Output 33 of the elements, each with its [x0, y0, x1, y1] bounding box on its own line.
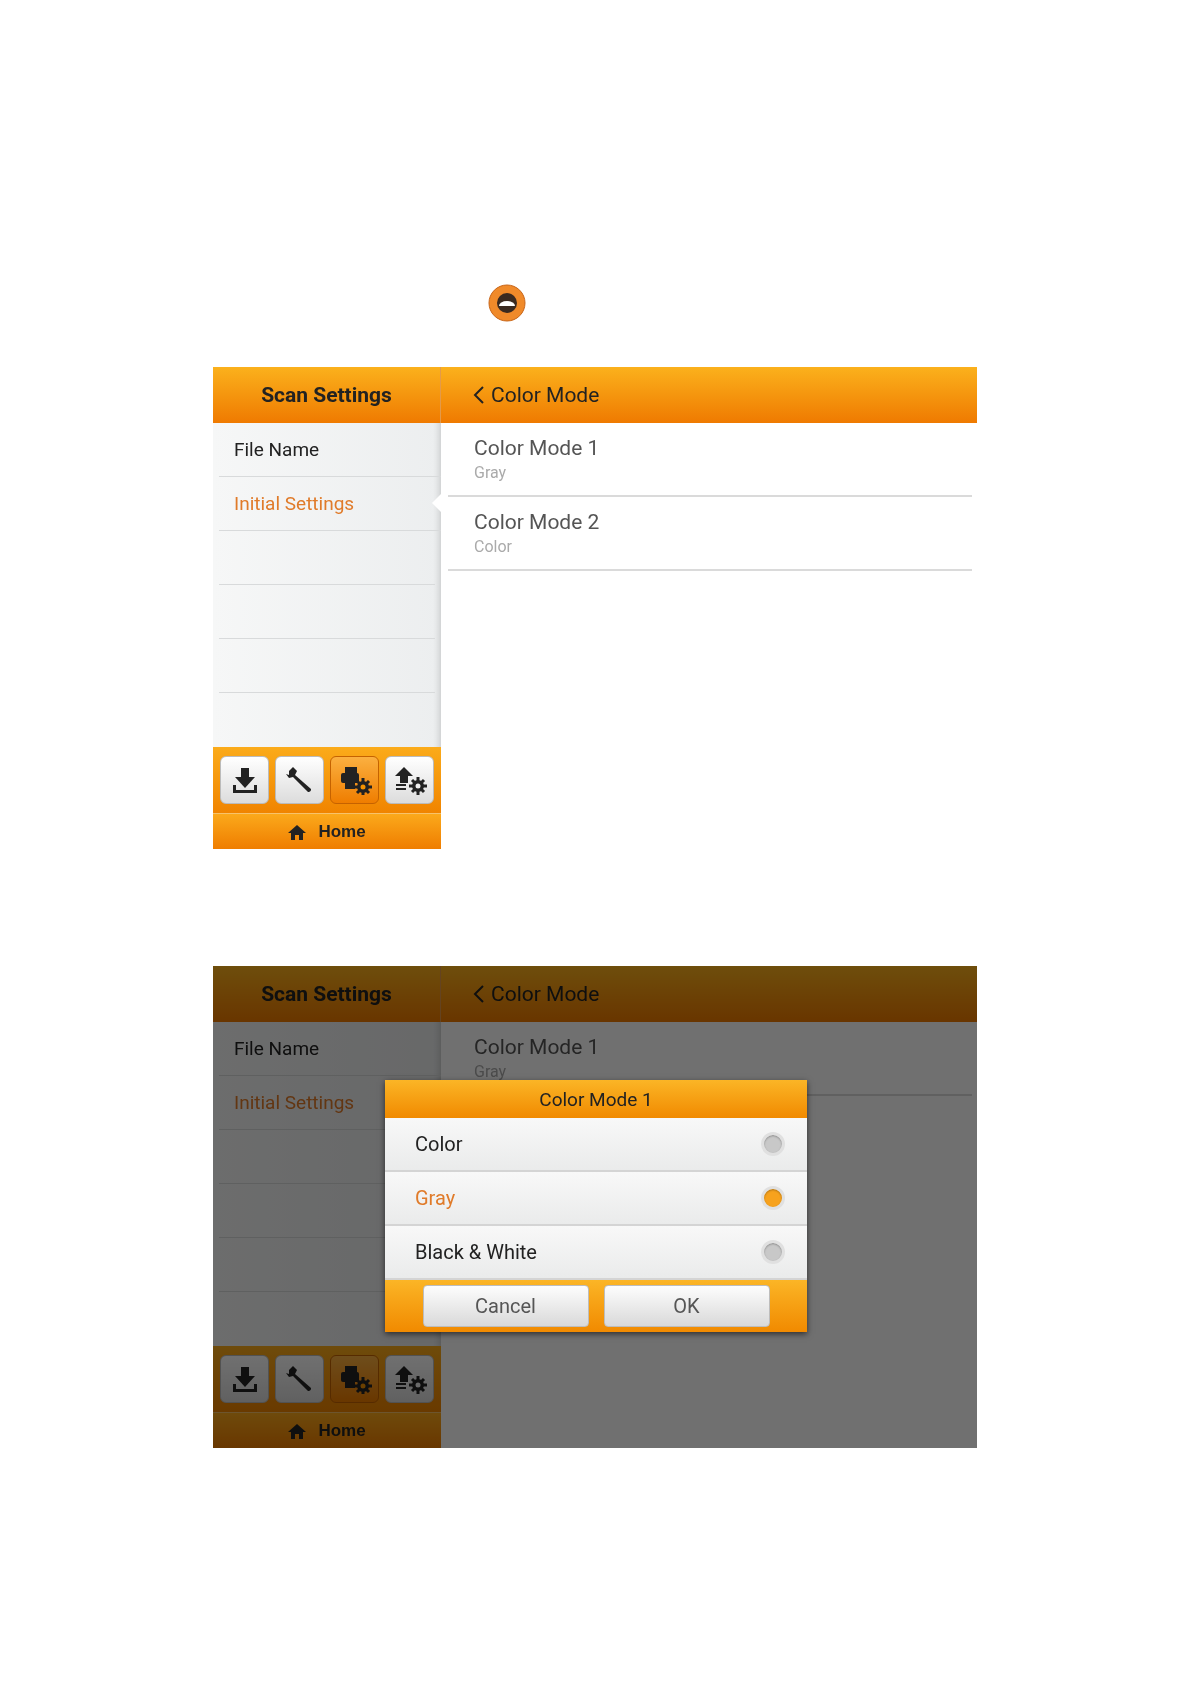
dialog-button[interactable]: Cancel	[422, 1285, 589, 1327]
sidebar-title: Scan Settings	[261, 982, 392, 1006]
toolbar-button[interactable]	[330, 756, 379, 804]
toolbar-button[interactable]	[385, 756, 434, 804]
chevron-left-icon	[473, 385, 485, 405]
radio-button[interactable]	[761, 1186, 785, 1210]
sidebar-item[interactable]: File Name	[219, 1022, 441, 1076]
back-button[interactable]: Color Mode	[473, 383, 600, 407]
settings-entry[interactable]: Color Mode 2 Color	[448, 497, 972, 571]
radio-option[interactable]: Color	[385, 1118, 807, 1172]
option-label: Gray	[415, 1186, 456, 1210]
entry-title: Color Mode 1	[474, 1035, 601, 1059]
radio-option[interactable]: Black & White	[385, 1226, 807, 1280]
toolbar-button[interactable]	[275, 756, 324, 804]
dialog-title: Color Mode 1	[385, 1080, 807, 1118]
radio-button[interactable]	[761, 1240, 785, 1264]
radio-button[interactable]	[761, 1132, 785, 1156]
dialog-button[interactable]: OK	[603, 1285, 770, 1327]
home-button[interactable]: Home	[213, 813, 441, 849]
sidebar-title: Scan Settings	[261, 383, 392, 407]
home-icon	[288, 1422, 307, 1439]
chevron-left-icon	[473, 984, 485, 1004]
option-label: Color	[415, 1132, 463, 1156]
entry-title: Color Mode 2	[474, 510, 601, 534]
entry-value: Color	[474, 537, 513, 556]
entry-title: Color Mode 1	[474, 436, 601, 460]
settings-entry[interactable]: Color Mode 1 Gray	[448, 423, 972, 497]
toolbar-button[interactable]	[220, 756, 269, 804]
sidebar-item[interactable]: File Name	[219, 423, 441, 477]
circle-icon	[488, 284, 526, 322]
home-icon	[288, 823, 307, 840]
entry-value: Gray	[474, 463, 508, 482]
option-label: Black & White	[415, 1240, 537, 1264]
